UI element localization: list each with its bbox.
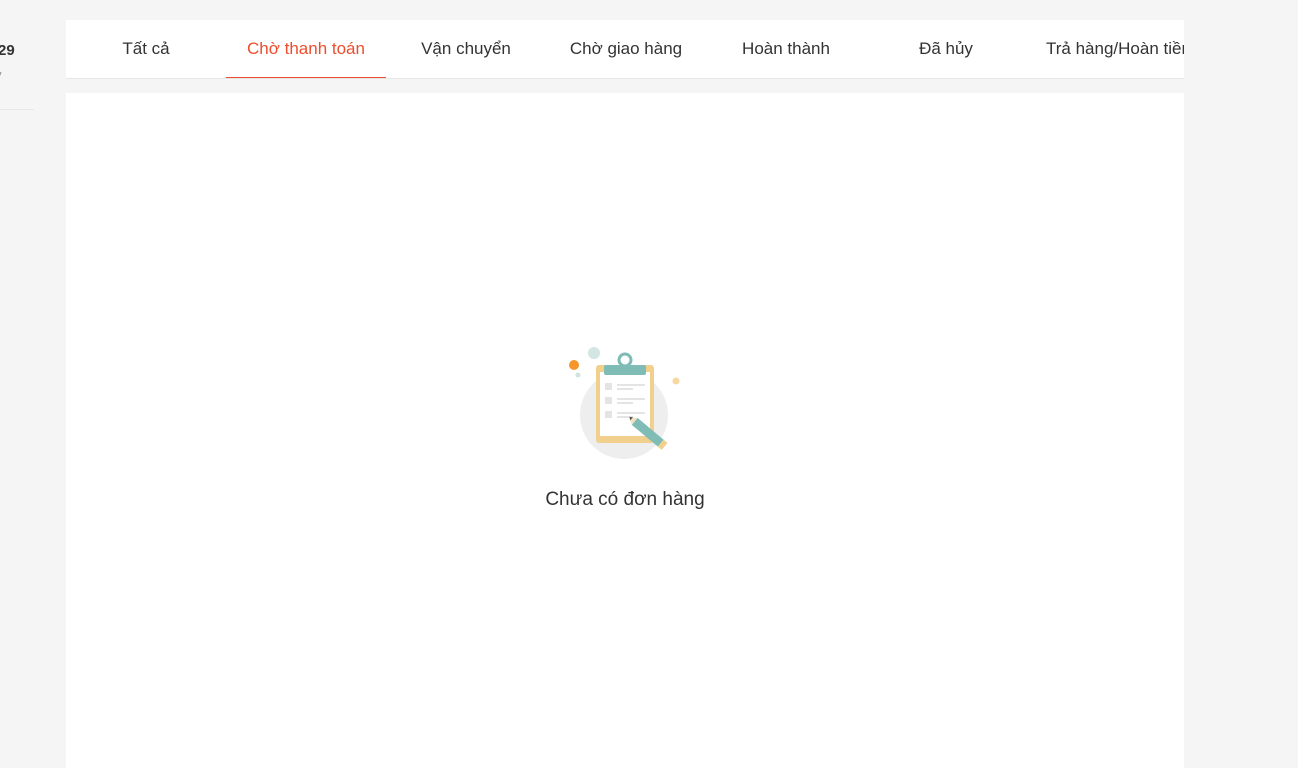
sidebar-divider — [0, 109, 34, 110]
order-status-tabs: Tất cả Chờ thanh toán Vận chuyển Chờ gia… — [66, 20, 1184, 79]
tab-completed[interactable]: Hoàn thành — [706, 20, 866, 78]
clipboard-pencil-icon — [569, 347, 680, 459]
tab-all[interactable]: Tất cả — [66, 20, 226, 78]
sidebar-user-subtext[interactable]: y — [0, 69, 2, 81]
sidebar-user-name[interactable]: 29 — [0, 42, 15, 59]
tab-awaiting-payment[interactable]: Chờ thanh toán — [226, 20, 386, 78]
tab-awaiting-delivery[interactable]: Chờ giao hàng — [546, 20, 706, 78]
tab-return-refund[interactable]: Trả hàng/Hoàn tiền — [1026, 20, 1184, 78]
page: 29 y Tất cả Chờ thanh toán Vận chuyển Ch… — [0, 0, 1298, 768]
empty-state-message: Chưa có đơn hàng — [545, 489, 705, 510]
tab-cancelled[interactable]: Đã hủy — [866, 20, 1026, 78]
orders-panel: Chưa có đơn hàng — [66, 93, 1184, 768]
empty-state: Chưa có đơn hàng — [66, 345, 1184, 511]
tab-shipping[interactable]: Vận chuyển — [386, 20, 546, 78]
sidebar-fragment: 29 y — [0, 0, 40, 768]
